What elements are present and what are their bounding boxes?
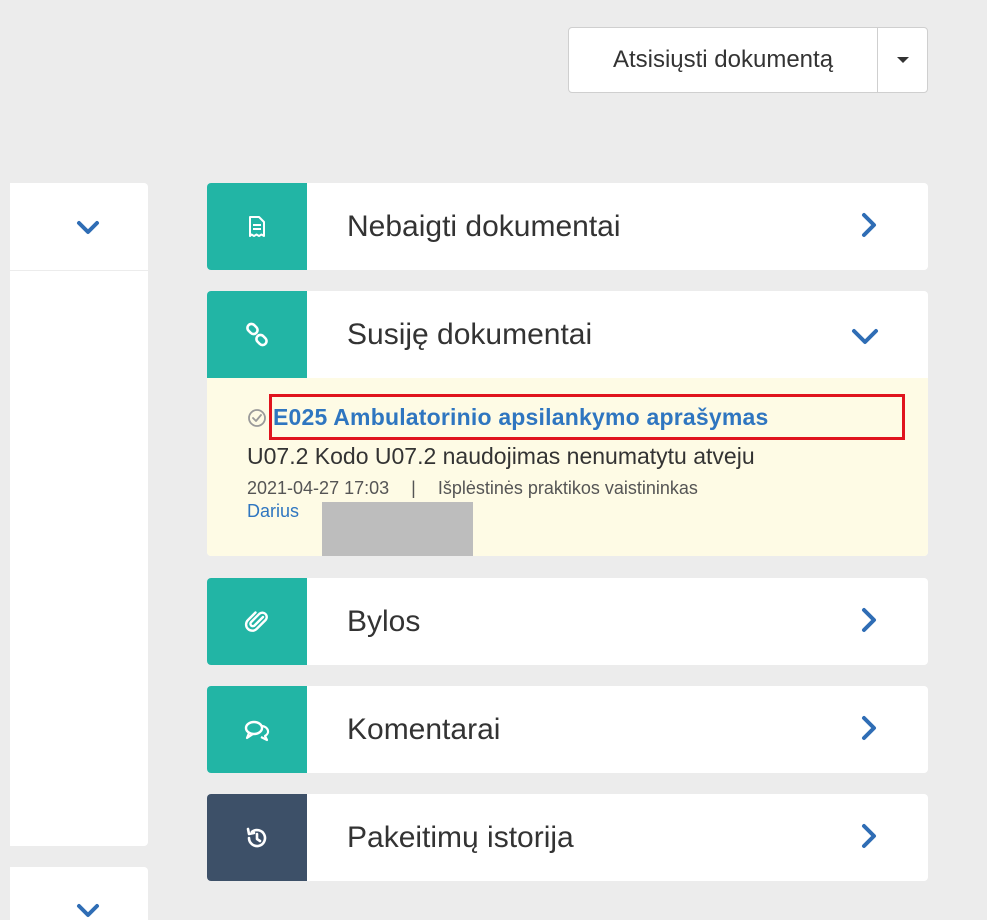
panel-files-header[interactable]: Bylos bbox=[207, 578, 928, 665]
download-button-group: Atsisiųsti dokumentą bbox=[568, 27, 928, 93]
history-icon bbox=[246, 827, 267, 847]
panel-comments-header[interactable]: Komentarai bbox=[207, 686, 928, 773]
related-item-row: E025 Ambulatorinio apsilankymo aprašymas bbox=[247, 404, 928, 431]
panel-title: Pakeitimų istorija bbox=[347, 820, 574, 854]
panel-files: Bylos bbox=[207, 578, 928, 665]
download-document-button[interactable]: Atsisiųsti dokumentą bbox=[569, 28, 878, 92]
chevron-right-icon[interactable] bbox=[860, 606, 878, 634]
chevron-right-icon[interactable] bbox=[860, 714, 878, 742]
caret-down-icon bbox=[896, 57, 909, 63]
redacted-block bbox=[322, 502, 473, 556]
related-item-datetime: 2021-04-27 17:03 bbox=[247, 478, 390, 498]
panel-related-documents: Susiję dokumentai E025 Ambulatorinio aps… bbox=[207, 291, 928, 556]
chevron-right-icon[interactable] bbox=[860, 822, 878, 850]
panel-icon-box bbox=[207, 578, 307, 665]
meta-separator: | bbox=[411, 478, 416, 498]
panel-history-header[interactable]: Pakeitimų istorija bbox=[207, 794, 928, 881]
comments-icon bbox=[244, 720, 270, 741]
related-documents-body: E025 Ambulatorinio apsilankymo aprašymas… bbox=[207, 378, 928, 556]
chevron-down-icon[interactable] bbox=[850, 327, 880, 347]
left-panel bbox=[10, 183, 148, 846]
panel-icon-box bbox=[207, 291, 307, 378]
chevron-right-icon[interactable] bbox=[860, 211, 878, 239]
panel-icon-box bbox=[207, 183, 307, 270]
related-item-role: Išplėstinės praktikos vaistininkas bbox=[437, 478, 698, 498]
panel-title: Susiję dokumentai bbox=[347, 317, 593, 351]
panel-title: Komentarai bbox=[347, 712, 501, 746]
left-panel-divider bbox=[10, 270, 148, 271]
related-item-meta: 2021-04-27 17:03 | Išplėstinės praktikos v… bbox=[247, 478, 928, 499]
panel-title: Nebaigti dokumentai bbox=[347, 209, 621, 243]
panel-unfinished-header[interactable]: Nebaigti dokumentai bbox=[207, 183, 928, 270]
chevron-down-icon[interactable] bbox=[76, 903, 100, 919]
document-icon bbox=[249, 215, 265, 237]
related-document-link[interactable]: E025 Ambulatorinio apsilankymo aprašymas bbox=[273, 404, 768, 431]
chevron-down-icon[interactable] bbox=[76, 220, 100, 236]
panel-comments: Komentarai bbox=[207, 686, 928, 773]
panel-icon-box bbox=[207, 686, 307, 773]
link-icon bbox=[246, 322, 268, 346]
panel-change-history: Pakeitimų istorija bbox=[207, 794, 928, 881]
panel-icon-box bbox=[207, 794, 307, 881]
related-item-description: U07.2 Kodo U07.2 naudojimas nenumatytu a… bbox=[247, 443, 755, 469]
left-panel-lower bbox=[10, 867, 148, 920]
check-circle-icon bbox=[248, 408, 266, 427]
panel-related-header[interactable]: Susiję dokumentai bbox=[207, 291, 928, 378]
paperclip-icon bbox=[244, 610, 268, 632]
panel-title: Bylos bbox=[347, 604, 421, 638]
download-dropdown-toggle[interactable] bbox=[878, 28, 927, 92]
panel-unfinished-documents: Nebaigti dokumentai bbox=[207, 183, 928, 270]
